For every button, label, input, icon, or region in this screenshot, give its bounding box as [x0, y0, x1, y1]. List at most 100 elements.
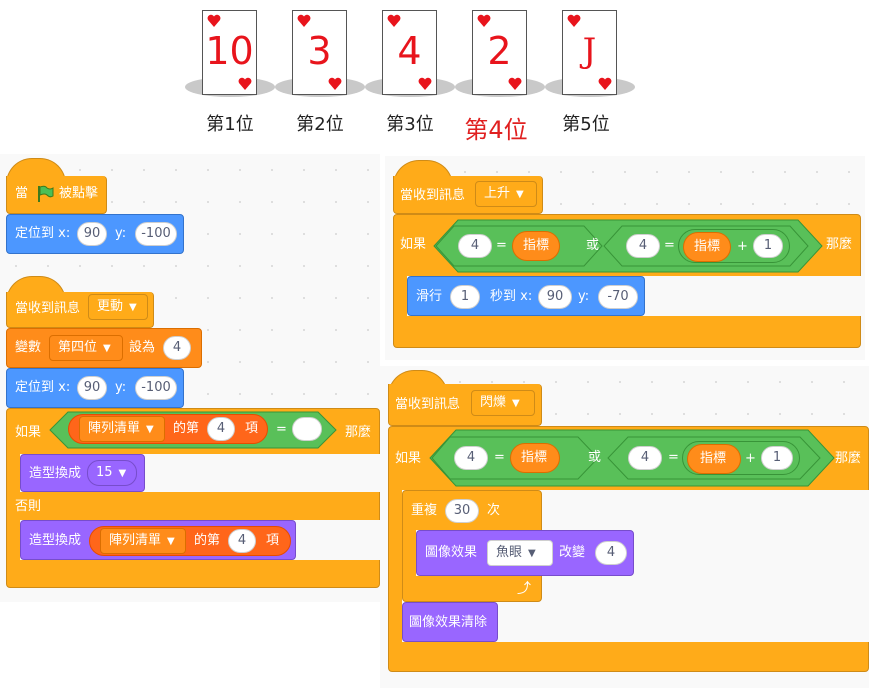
- when-flag-clicked-block[interactable]: 當 被點擊: [6, 176, 107, 214]
- card-5: J: [562, 10, 617, 95]
- set-value-input[interactable]: 4: [163, 336, 191, 360]
- position-label: 第5位: [562, 114, 610, 135]
- when-receive-block[interactable]: 當收到訊息 閃爍 ▼: [388, 384, 542, 426]
- caret-down-icon: ▼: [516, 189, 524, 200]
- message-dropdown[interactable]: 閃爍 ▼: [471, 390, 535, 416]
- number-input[interactable]: 4: [628, 446, 662, 470]
- heart-icon: [387, 14, 401, 27]
- position-label: 第3位: [386, 114, 434, 135]
- then-label: 那麼: [835, 451, 862, 466]
- item-of-list-reporter[interactable]: 陣列清單 ▼ 的第 4 項: [89, 526, 291, 556]
- if-label: 如果: [400, 237, 427, 252]
- card-3: 4: [382, 10, 437, 95]
- y-input[interactable]: -100: [135, 376, 177, 400]
- repeat-label: 重複: [411, 503, 438, 518]
- caret-down-icon: ▼: [103, 343, 111, 354]
- pointer-label: 指標: [521, 450, 548, 465]
- caret-down-icon: ▼: [512, 398, 520, 409]
- card-4: 2: [472, 10, 527, 95]
- card-value: 4: [397, 29, 422, 73]
- number-input[interactable]: 4: [458, 234, 492, 258]
- number-input[interactable]: 4: [454, 446, 488, 470]
- item-of-list-reporter[interactable]: 陣列清單 ▼ 的第 4 項: [68, 414, 268, 444]
- y-label: y:: [578, 289, 590, 304]
- glide-label: 滑行: [416, 289, 443, 304]
- costume-value: 15: [96, 465, 113, 480]
- message-value: 上升: [484, 186, 511, 201]
- equals-label: =: [276, 422, 287, 437]
- switch-costume-label: 造型換成: [29, 466, 82, 481]
- change-effect-block[interactable]: 圖像效果 魚眼 ▼ 改變 4: [416, 530, 634, 576]
- when-receive-label: 當收到訊息: [15, 301, 81, 316]
- repeat-times-input[interactable]: 30: [445, 499, 479, 523]
- green-flag-icon: [38, 185, 54, 202]
- x-input[interactable]: 90: [77, 376, 107, 400]
- caret-down-icon: ▼: [528, 548, 536, 559]
- set-label: 變數: [15, 340, 42, 355]
- list-dropdown[interactable]: 陣列清單 ▼: [79, 416, 165, 442]
- switch-costume-block[interactable]: 造型換成 15 ▼: [20, 454, 145, 492]
- clear-effects-label: 圖像效果清除: [409, 615, 488, 630]
- then-label: 那麼: [345, 425, 372, 440]
- equals-label: =: [494, 450, 505, 465]
- card-value: 3: [307, 29, 332, 73]
- costume-dropdown[interactable]: 15 ▼: [87, 460, 137, 486]
- pointer-variable[interactable]: 指標: [687, 444, 741, 474]
- or-label: 或: [586, 238, 600, 253]
- change-value-input[interactable]: 4: [595, 541, 627, 565]
- heart-icon: [418, 77, 432, 90]
- list-dropdown[interactable]: 陣列清單 ▼: [100, 528, 186, 554]
- add-operator[interactable]: 指標 + 1: [678, 229, 790, 263]
- number-input[interactable]: 4: [626, 234, 660, 258]
- caret-down-icon: ▼: [129, 302, 137, 313]
- when-receive-block[interactable]: 當收到訊息 上升 ▼: [393, 176, 543, 214]
- heart-icon: [297, 14, 311, 27]
- seconds-input[interactable]: 1: [450, 285, 480, 309]
- item-index-input[interactable]: 4: [207, 417, 235, 441]
- number-input[interactable]: 1: [753, 234, 783, 258]
- item-index-input[interactable]: 4: [228, 529, 256, 553]
- message-dropdown[interactable]: 上升 ▼: [475, 181, 537, 207]
- y-input[interactable]: -70: [598, 285, 638, 309]
- message-value: 閃爍: [480, 395, 507, 410]
- pointer-variable[interactable]: 指標: [510, 443, 560, 473]
- x-input[interactable]: 90: [538, 285, 572, 309]
- y-input[interactable]: -100: [135, 222, 177, 246]
- x-input[interactable]: 90: [77, 222, 107, 246]
- when-receive-label: 當收到訊息: [400, 188, 466, 203]
- or-label: 或: [588, 450, 602, 465]
- add-operator[interactable]: 指標 + 1: [682, 441, 800, 475]
- list-name: 陣列清單: [88, 421, 141, 436]
- y-label: y:: [115, 226, 127, 241]
- card-value: 2: [487, 29, 512, 73]
- then-label: 那麼: [826, 237, 853, 252]
- clear-effects-block[interactable]: 圖像效果清除: [402, 602, 498, 642]
- heart-icon: [598, 77, 612, 90]
- when-receive-block[interactable]: 當收到訊息 更動 ▼: [6, 292, 154, 328]
- heart-icon: [238, 77, 252, 90]
- variable-dropdown[interactable]: 第四位 ▼: [49, 335, 123, 361]
- number-input[interactable]: 1: [761, 446, 793, 470]
- switch-costume-block-else[interactable]: 造型換成 陣列清單 ▼ 的第 4 項: [20, 520, 296, 560]
- card-1: 10: [202, 10, 257, 95]
- goto-xy-block[interactable]: 定位到 x: 90 y: -100: [6, 368, 184, 408]
- position-label-highlighted: 第4位: [464, 116, 528, 144]
- position-label: 第2位: [296, 114, 344, 135]
- pointer-label: 指標: [700, 451, 727, 466]
- times-label: 次: [487, 503, 501, 518]
- clicked-label: 被點擊: [59, 186, 99, 201]
- pointer-variable[interactable]: 指標: [683, 232, 731, 262]
- set-variable-block[interactable]: 變數 第四位 ▼ 設為 4: [6, 328, 202, 368]
- item-of-label: 的第: [194, 533, 221, 548]
- if-label: 如果: [395, 451, 422, 466]
- heart-icon: [328, 77, 342, 90]
- message-dropdown[interactable]: 更動 ▼: [88, 294, 148, 320]
- effect-dropdown[interactable]: 魚眼 ▼: [487, 540, 553, 566]
- goto-label: 定位到 x:: [15, 380, 71, 395]
- heart-icon: [207, 14, 221, 27]
- compare-input[interactable]: [292, 417, 322, 441]
- glide-block[interactable]: 滑行 1 秒到 x: 90 y: -70: [407, 276, 645, 316]
- caret-down-icon: ▼: [118, 468, 127, 479]
- goto-xy-block[interactable]: 定位到 x: 90 y: -100: [6, 214, 184, 254]
- pointer-variable[interactable]: 指標: [512, 231, 560, 261]
